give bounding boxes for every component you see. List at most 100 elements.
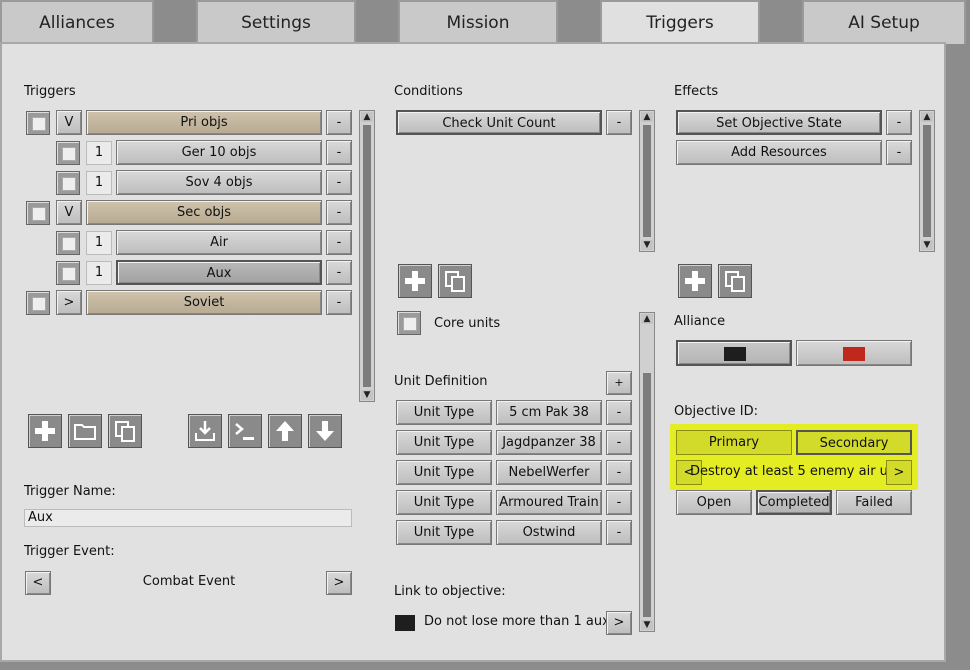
trigger-item[interactable]: Air	[116, 230, 322, 255]
conditions-scrollbar[interactable]: ▲ ▼	[639, 110, 655, 252]
trigger-toggle-button[interactable]: >	[56, 290, 82, 315]
trigger-toggle-button[interactable]: V	[56, 200, 82, 225]
trigger-remove-button[interactable]: -	[326, 260, 352, 285]
state-failed-button[interactable]: Failed	[836, 490, 912, 515]
effect-remove-button[interactable]: -	[886, 110, 912, 135]
unit-remove-button[interactable]: -	[606, 460, 632, 485]
add-icon[interactable]	[678, 264, 712, 298]
event-next-button[interactable]: >	[326, 571, 352, 595]
unit-type-button[interactable]: Unit Type	[396, 490, 492, 515]
trigger-checkbox[interactable]	[26, 201, 50, 225]
trigger-checkbox[interactable]	[26, 291, 50, 315]
scroll-up-icon[interactable]: ▲	[641, 314, 653, 324]
trigger-checkbox[interactable]	[26, 111, 50, 135]
trigger-name-input[interactable]: Aux	[24, 509, 352, 527]
trigger-item[interactable]: Sov 4 objs	[116, 170, 322, 195]
import-icon[interactable]	[188, 414, 222, 448]
tab-alliances[interactable]: Alliances	[0, 0, 154, 44]
trigger-checkbox[interactable]	[56, 261, 80, 285]
copy-icon[interactable]	[718, 264, 752, 298]
effect-remove-button[interactable]: -	[886, 140, 912, 165]
event-prev-button[interactable]: <	[25, 571, 51, 595]
trigger-remove-button[interactable]: -	[326, 140, 352, 165]
tab-settings[interactable]: Settings	[196, 0, 356, 44]
scroll-up-icon[interactable]: ▲	[921, 112, 933, 122]
folder-icon[interactable]	[68, 414, 102, 448]
trigger-remove-button[interactable]: -	[326, 290, 352, 315]
core-units-checkbox[interactable]	[397, 311, 421, 335]
objective-next-button[interactable]: >	[886, 460, 912, 485]
copy-icon[interactable]	[108, 414, 142, 448]
unit-value-button[interactable]: NebelWerfer	[496, 460, 602, 485]
unit-remove-button[interactable]: -	[606, 520, 632, 545]
trigger-item[interactable]: Soviet	[86, 290, 322, 315]
alliance-option-black[interactable]	[676, 340, 792, 366]
trigger-event-value: Combat Event	[142, 574, 236, 589]
alliance-option-red[interactable]	[796, 340, 912, 366]
trigger-remove-button[interactable]: -	[326, 230, 352, 255]
unit-value-button[interactable]: Ostwind	[496, 520, 602, 545]
effect-item[interactable]: Set Objective State	[676, 110, 882, 135]
tab-mission[interactable]: Mission	[398, 0, 558, 44]
scroll-down-icon[interactable]: ▼	[641, 620, 653, 630]
unit-remove-button[interactable]: -	[606, 430, 632, 455]
trigger-checkbox[interactable]	[56, 141, 80, 165]
trigger-item-selected[interactable]: Aux	[116, 260, 322, 285]
condition-item[interactable]: Check Unit Count	[396, 110, 602, 135]
add-icon[interactable]	[28, 414, 62, 448]
scroll-thumb[interactable]	[643, 373, 651, 617]
triggers-scrollbar[interactable]: ▲ ▼	[359, 110, 375, 402]
effect-item[interactable]: Add Resources	[676, 140, 882, 165]
move-down-icon[interactable]	[308, 414, 342, 448]
alliance-color-swatch	[843, 347, 865, 361]
add-icon[interactable]	[398, 264, 432, 298]
unit-type-button[interactable]: Unit Type	[396, 520, 492, 545]
state-open-button[interactable]: Open	[676, 490, 752, 515]
secondary-button[interactable]: Secondary	[796, 430, 912, 455]
trigger-checkbox[interactable]	[56, 171, 80, 195]
trigger-remove-button[interactable]: -	[326, 200, 352, 225]
unit-type-button[interactable]: Unit Type	[396, 460, 492, 485]
trigger-remove-button[interactable]: -	[326, 170, 352, 195]
unit-value-button[interactable]: Armoured Train	[496, 490, 602, 515]
unit-value-button[interactable]: 5 cm Pak 38	[496, 400, 602, 425]
trigger-checkbox[interactable]	[56, 231, 80, 255]
scroll-thumb[interactable]	[643, 125, 651, 237]
unit-type-button[interactable]: Unit Type	[396, 430, 492, 455]
unit-value-button[interactable]: Jagdpanzer 38	[496, 430, 602, 455]
unit-remove-button[interactable]: -	[606, 490, 632, 515]
core-units-label: Core units	[434, 316, 501, 331]
scroll-down-icon[interactable]: ▼	[361, 390, 373, 400]
link-objective-label: Link to objective:	[394, 584, 506, 599]
condition-remove-button[interactable]: -	[606, 110, 632, 135]
scroll-down-icon[interactable]: ▼	[921, 240, 933, 250]
state-completed-button[interactable]: Completed	[756, 490, 832, 515]
trigger-toggle-button[interactable]: V	[56, 110, 82, 135]
tab-triggers[interactable]: Triggers	[600, 0, 760, 44]
conditions-heading: Conditions	[394, 84, 463, 99]
scroll-thumb[interactable]	[923, 125, 931, 237]
link-objective-color	[395, 615, 415, 631]
trigger-item[interactable]: Ger 10 objs	[116, 140, 322, 165]
trigger-count: 1	[86, 141, 112, 165]
trigger-item[interactable]: Sec objs	[86, 200, 322, 225]
scroll-up-icon[interactable]: ▲	[641, 112, 653, 122]
copy-icon[interactable]	[438, 264, 472, 298]
conditions-detail-scrollbar[interactable]: ▲ ▼	[639, 312, 655, 632]
unit-remove-button[interactable]: -	[606, 400, 632, 425]
unit-type-button[interactable]: Unit Type	[396, 400, 492, 425]
console-icon[interactable]	[228, 414, 262, 448]
link-objective-next-button[interactable]: >	[606, 611, 632, 635]
primary-button[interactable]: Primary	[676, 430, 792, 455]
link-objective-value: Do not lose more than 1 aux land u	[424, 614, 610, 629]
trigger-item[interactable]: Pri objs	[86, 110, 322, 135]
scroll-thumb[interactable]	[363, 125, 371, 387]
tab-ai-setup[interactable]: AI Setup	[802, 0, 966, 44]
objective-id-label: Objective ID:	[674, 404, 758, 419]
effects-scrollbar[interactable]: ▲ ▼	[919, 110, 935, 252]
add-unit-button[interactable]: +	[606, 371, 632, 395]
scroll-up-icon[interactable]: ▲	[361, 112, 373, 122]
trigger-remove-button[interactable]: -	[326, 110, 352, 135]
move-up-icon[interactable]	[268, 414, 302, 448]
scroll-down-icon[interactable]: ▼	[641, 240, 653, 250]
